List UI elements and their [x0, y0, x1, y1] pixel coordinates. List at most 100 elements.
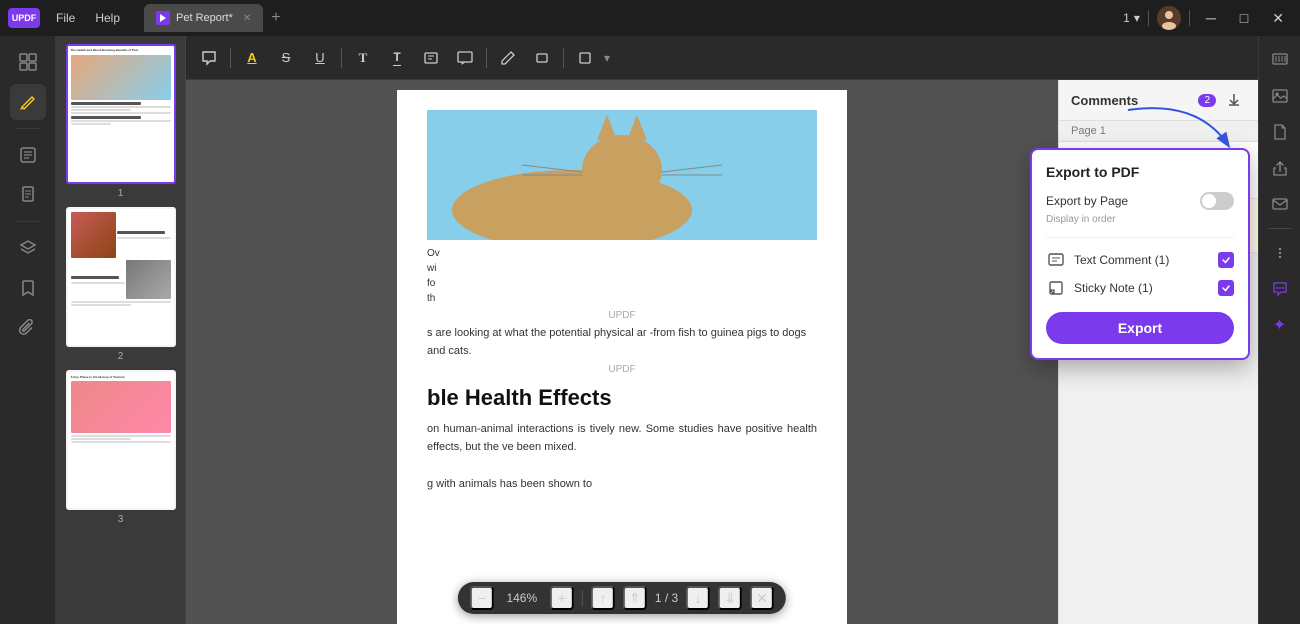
close-btn[interactable]: ✕: [1264, 10, 1292, 27]
new-tab-btn[interactable]: +: [271, 9, 280, 27]
thumbnail-1[interactable]: The Health and Mood-Boosting Benefits of…: [64, 44, 177, 199]
tab-pet-report[interactable]: Pet Report* ✕: [144, 4, 263, 32]
rs-barcode-icon[interactable]: [1264, 44, 1296, 76]
text-comment-label: Text Comment (1): [1074, 253, 1169, 267]
thumb-num-1: 1: [118, 188, 124, 199]
watermark1: UPDF: [427, 310, 817, 321]
rs-share-icon[interactable]: [1264, 152, 1296, 184]
rs-email-icon[interactable]: [1264, 188, 1296, 220]
export-type-text-comment[interactable]: Text Comment (1): [1046, 246, 1234, 274]
comments-export-icon[interactable]: [1222, 88, 1246, 112]
rs-aichat-icon[interactable]: [1264, 273, 1296, 305]
rs-ai-icon[interactable]: ✦: [1264, 309, 1296, 341]
minimize-btn[interactable]: ─: [1198, 10, 1224, 26]
textbox2-tool-btn[interactable]: [450, 43, 480, 73]
sidebar-item-bookmark[interactable]: [10, 270, 46, 306]
underline-tool-btn[interactable]: U: [305, 43, 335, 73]
export-by-page-toggle[interactable]: [1200, 192, 1234, 210]
menu-file[interactable]: File: [48, 9, 83, 27]
toolbar-sep2: [341, 48, 342, 68]
export-by-page-label: Export by Page: [1046, 194, 1128, 208]
doc-cat-image: [427, 110, 817, 240]
annotation-toolbar: A S U T T: [186, 36, 1258, 80]
export-by-page-row: Export by Page: [1046, 192, 1234, 210]
left-sidebar: [0, 36, 56, 624]
rs-more-icon[interactable]: [1264, 237, 1296, 269]
text-comment-icon: [1046, 250, 1066, 270]
content-area: A S U T T: [186, 36, 1258, 624]
maximize-btn[interactable]: □: [1232, 10, 1256, 26]
scroll-up-btn[interactable]: ↑: [591, 586, 615, 610]
close-bottom-bar-btn[interactable]: ✕: [750, 586, 774, 610]
highlight-tool-btn[interactable]: A: [237, 43, 267, 73]
divider: [1148, 10, 1149, 26]
sidebar-item-layers[interactable]: [10, 230, 46, 266]
thumbnail-3[interactable]: A Key Phase in the History of Tourism 3: [64, 370, 177, 525]
comments-count: 2: [1198, 94, 1216, 107]
export-popup-title: Export to PDF: [1046, 164, 1234, 180]
comments-header: Comments 2: [1059, 80, 1258, 121]
doc-heading: ble Health Effects: [427, 385, 817, 411]
sidebar-item-forms[interactable]: [10, 137, 46, 173]
divider2: [1189, 10, 1190, 26]
export-sep: [1046, 237, 1234, 238]
menu-bar: File Help: [48, 9, 128, 27]
thumbnail-panel: The Health and Mood-Boosting Benefits of…: [56, 36, 186, 624]
zoom-in-btn[interactable]: +: [550, 586, 574, 610]
sidebar-item-annotate[interactable]: [10, 84, 46, 120]
rs-pdf-icon[interactable]: [1264, 116, 1296, 148]
bottom-toolbar: − 146% + ↑ ⇑ 1 / 3 ↓ ⇓ ✕: [458, 582, 786, 614]
sidebar-item-thumbnails[interactable]: [10, 44, 46, 80]
thumb-img-2: [66, 207, 176, 347]
sticky-note-checkbox[interactable]: [1218, 280, 1234, 296]
rs-image-icon[interactable]: [1264, 80, 1296, 112]
title-bar-right: 1 ▾ ─ □ ✕: [1123, 6, 1292, 30]
sidebar-item-attachment[interactable]: [10, 310, 46, 346]
sidebar-separator2: [16, 221, 40, 222]
text-tool-btn[interactable]: T: [348, 43, 378, 73]
scroll-up2-btn[interactable]: ⇑: [623, 586, 647, 610]
scroll-down-btn[interactable]: ↓: [686, 586, 710, 610]
bb-divider1: [582, 590, 583, 606]
sticky-note-label: Sticky Note (1): [1074, 281, 1153, 295]
watermark2: UPDF: [427, 364, 817, 375]
shape-dropdown-btn[interactable]: ▾: [604, 51, 610, 65]
menu-help[interactable]: Help: [87, 9, 128, 27]
zoom-out-btn[interactable]: −: [470, 586, 494, 610]
comments-title: Comments: [1071, 93, 1138, 108]
sidebar-item-pages[interactable]: [10, 177, 46, 213]
toolbar-sep4: [563, 48, 564, 68]
export-popup: Export to PDF Export by Page Display in …: [1030, 148, 1250, 360]
tab-title: Pet Report*: [176, 12, 233, 24]
pen-tool-btn[interactable]: [493, 43, 523, 73]
doc-para1: s are looking at what the potential phys…: [427, 327, 806, 357]
comment-tool-btn[interactable]: [194, 43, 224, 73]
page-nav: 1 ▾: [1123, 11, 1140, 25]
document-area[interactable]: Ovwifoth UPDF s are looking at what the …: [186, 80, 1058, 624]
scroll-down2-btn[interactable]: ⇓: [718, 586, 742, 610]
eraser-tool-btn[interactable]: [527, 43, 557, 73]
doc-para2: on human-animal interactions is tively n…: [427, 421, 817, 456]
doc-content: Ovwifoth UPDF s are looking at what the …: [397, 90, 847, 624]
thumb-img-1: The Health and Mood-Boosting Benefits of…: [66, 44, 176, 184]
main-area: The Health and Mood-Boosting Benefits of…: [0, 36, 1300, 624]
text-comment-checkbox[interactable]: [1218, 252, 1234, 268]
tab-close-btn[interactable]: ✕: [243, 13, 251, 24]
app-logo: UPDF: [8, 8, 40, 28]
toolbar-sep1: [230, 48, 231, 68]
sticky-note-icon: [1046, 278, 1066, 298]
sidebar-separator: [16, 128, 40, 129]
tab-icon: [156, 11, 170, 25]
shape-tool-btn[interactable]: [570, 43, 600, 73]
strikethrough-tool-btn[interactable]: S: [271, 43, 301, 73]
text2-tool-btn[interactable]: T: [382, 43, 412, 73]
rs-separator: [1268, 228, 1292, 229]
export-pdf-btn[interactable]: Export: [1046, 312, 1234, 344]
textbox-tool-btn[interactable]: [416, 43, 446, 73]
export-type-sticky-note[interactable]: Sticky Note (1): [1046, 274, 1234, 302]
thumb-num-3: 3: [118, 514, 124, 525]
user-avatar[interactable]: [1157, 6, 1181, 30]
thumbnail-2[interactable]: 2: [64, 207, 177, 362]
title-bar: UPDF File Help Pet Report* ✕ + 1 ▾ ─ □ ✕: [0, 0, 1300, 36]
doc-para3: g with animals has been shown to: [427, 476, 817, 494]
